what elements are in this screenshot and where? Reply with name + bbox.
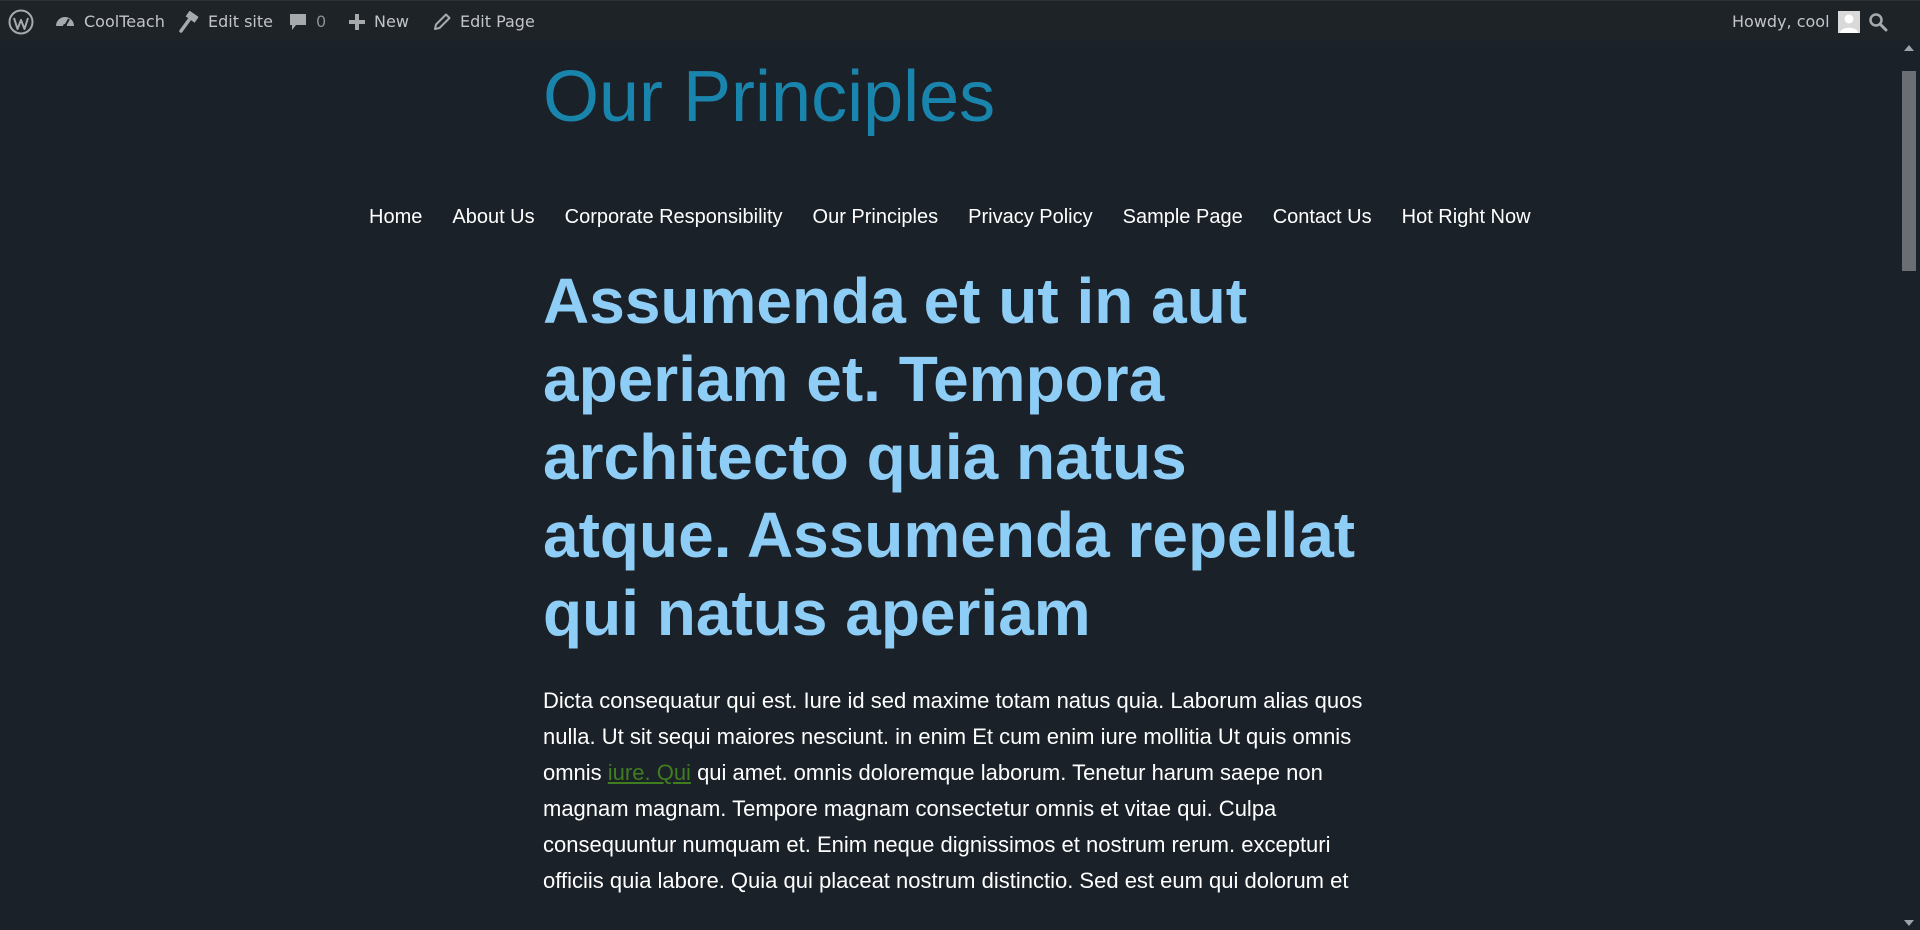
site-name-label: CoolTeach [84,12,165,31]
howdy-label: Howdy, cool [1732,12,1830,31]
comments-button[interactable]: 0 [288,1,326,42]
dashboard-icon [54,11,76,33]
site-title[interactable]: Our Principles [543,55,995,140]
nav-item-our-principles[interactable]: Our Principles [813,202,939,232]
admin-bar: CoolTeach Edit site 0 New Edit Page Howd… [0,0,1920,41]
post-headline: Assumenda et ut in aut aperiam et. Tempo… [543,265,1356,649]
my-account-menu[interactable]: Howdy, cool [1732,1,1860,42]
plus-icon [348,13,366,31]
site-name-menu[interactable]: CoolTeach [54,1,165,42]
scroll-up-arrow-icon[interactable] [1904,45,1914,51]
scrollbar-thumb[interactable] [1902,71,1916,271]
nav-item-sample-page[interactable]: Sample Page [1123,202,1243,232]
search-icon [1868,12,1888,32]
nav-item-privacy-policy[interactable]: Privacy Policy [968,202,1092,232]
new-content-button[interactable]: New [348,1,409,42]
comments-count: 0 [316,12,327,31]
main-navigation: Home About Us Corporate Responsibility O… [369,202,1531,232]
nav-item-about-us[interactable]: About Us [452,202,534,232]
nav-item-corporate-responsibility[interactable]: Corporate Responsibility [565,202,783,232]
post-paragraph: Dicta consequatur qui est. Iure id sed m… [543,683,1363,899]
nav-item-hot-right-now[interactable]: Hot Right Now [1402,202,1531,232]
wordpress-logo-button[interactable] [8,1,34,42]
edit-site-button[interactable]: Edit site [178,1,273,42]
inline-link[interactable]: iure. Qui [608,760,691,785]
edit-page-label: Edit Page [460,12,535,31]
hammer-icon [178,10,200,33]
pencil-icon [432,12,452,32]
scroll-down-arrow-icon[interactable] [1904,920,1914,926]
comment-bubble-icon [288,12,308,32]
new-label: New [374,12,409,31]
nav-item-contact-us[interactable]: Contact Us [1273,202,1372,232]
avatar [1837,10,1860,33]
search-button[interactable] [1868,1,1888,42]
wordpress-icon [8,9,34,35]
edit-site-label: Edit site [208,12,273,31]
page-scrollbar[interactable] [1898,41,1920,930]
edit-page-button[interactable]: Edit Page [432,1,535,42]
nav-item-home[interactable]: Home [369,202,422,232]
